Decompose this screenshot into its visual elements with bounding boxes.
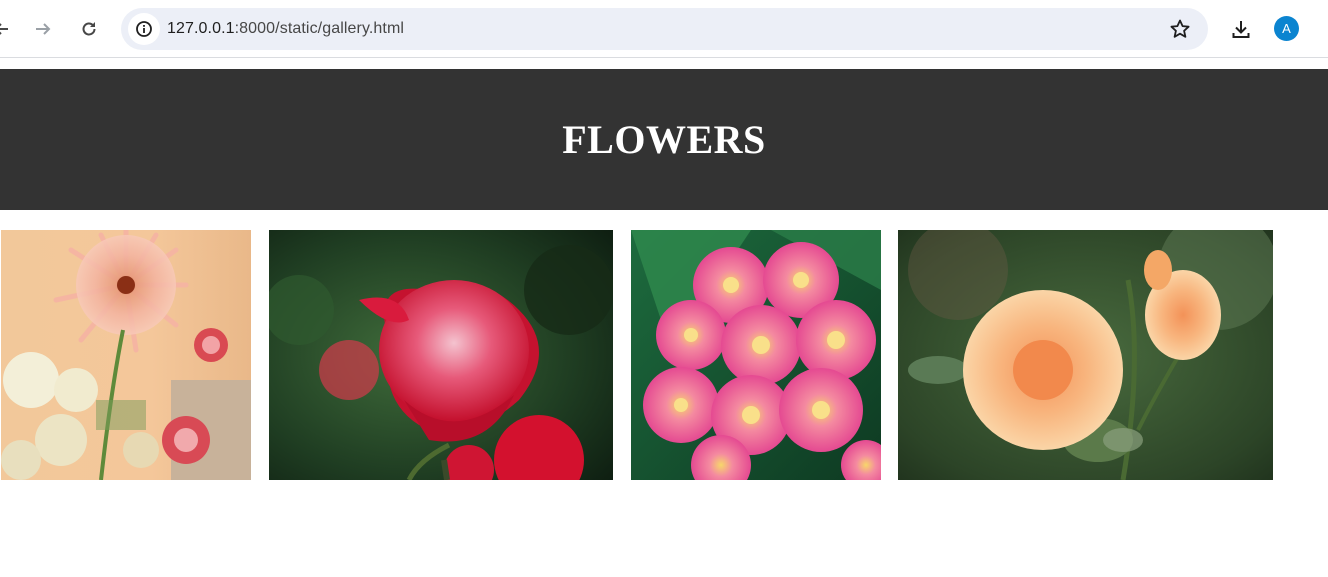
info-icon (136, 21, 152, 37)
gallery-image-peach-roses[interactable] (898, 230, 1273, 480)
download-icon (1232, 21, 1250, 38)
address-bar[interactable]: 127.0.0.1:8000/static/gallery.html (121, 8, 1208, 50)
url-path: :8000/static/gallery.html (234, 20, 405, 37)
flower-gallery (0, 230, 1328, 480)
downloads-button[interactable] (1227, 15, 1255, 43)
url-host: 127.0.0.1 (167, 20, 235, 37)
gallery-image-gerbera[interactable] (1, 230, 251, 480)
page-content: FLOWERS (0, 59, 1328, 577)
site-info-button[interactable] (128, 13, 160, 45)
reload-icon (82, 22, 96, 36)
profile-avatar[interactable]: A (1274, 16, 1299, 41)
back-arrow-icon (0, 23, 8, 35)
gallery-image-plumeria[interactable] (631, 230, 881, 480)
star-icon (1170, 19, 1190, 38)
header-banner: FLOWERS (0, 69, 1328, 210)
forward-button[interactable] (27, 13, 59, 45)
back-button[interactable] (0, 13, 18, 45)
gallery-image-red-rose[interactable] (269, 230, 613, 480)
reload-button[interactable] (73, 13, 105, 45)
bookmark-button[interactable] (1166, 15, 1194, 43)
page-title: FLOWERS (562, 117, 766, 162)
browser-toolbar: 127.0.0.1:8000/static/gallery.html A (0, 0, 1328, 58)
forward-arrow-icon (36, 23, 51, 35)
url-text[interactable]: 127.0.0.1:8000/static/gallery.html (167, 8, 404, 50)
